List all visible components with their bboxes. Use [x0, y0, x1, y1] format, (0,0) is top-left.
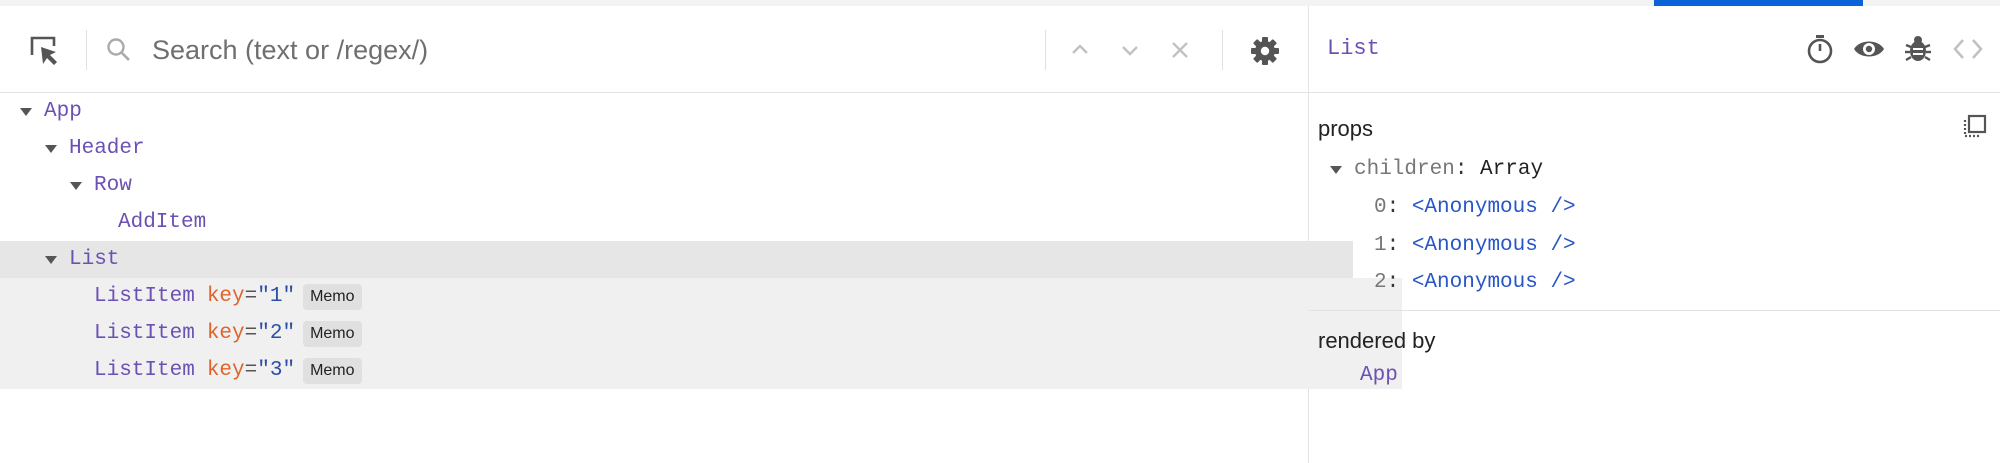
- key-equals: =: [244, 322, 258, 345]
- prop-index: 1: [1374, 234, 1387, 257]
- component-name: AddItem: [118, 211, 207, 234]
- rendered-by-owner[interactable]: App: [1360, 364, 1398, 387]
- key-label: key: [206, 322, 245, 345]
- prop-index: 2: [1374, 271, 1387, 294]
- key-label: key: [206, 285, 245, 308]
- tree-item-list[interactable]: List: [0, 241, 1353, 278]
- prop-type: Array: [1480, 158, 1544, 181]
- eye-icon[interactable]: [1851, 32, 1887, 66]
- expand-caret-icon[interactable]: [1330, 165, 1342, 174]
- stopwatch-icon[interactable]: [1803, 32, 1837, 66]
- prop-colon: :: [1386, 196, 1412, 219]
- code-icon[interactable]: [1951, 34, 1985, 64]
- expand-caret-icon[interactable]: [20, 107, 32, 116]
- component-name: ListItem: [94, 285, 195, 308]
- component-name: List: [69, 248, 120, 271]
- components-tree-pane: App Header Row AddItem List ListItem key…: [0, 6, 1402, 463]
- prop-value: <Anonymous />: [1411, 196, 1576, 219]
- prop-array-item[interactable]: 0: <Anonymous />: [1374, 196, 1576, 219]
- tree-item-listitem[interactable]: ListItem key = "1" Memo: [0, 278, 1402, 315]
- toolbar-separator: [86, 30, 87, 70]
- inspector-toolbar: List: [1309, 6, 2000, 93]
- chevron-up-icon[interactable]: [1066, 36, 1094, 64]
- props-heading: props: [1318, 116, 1374, 141]
- bug-icon[interactable]: [1901, 32, 1935, 66]
- prop-colon: :: [1454, 158, 1481, 181]
- prop-index: 0: [1374, 196, 1387, 219]
- search-input[interactable]: [152, 30, 1032, 70]
- key-value: "1": [257, 285, 296, 308]
- key-equals: =: [244, 285, 258, 308]
- toolbar-separator: [1222, 30, 1223, 70]
- component-name: Header: [69, 137, 145, 160]
- prop-colon: :: [1386, 234, 1412, 257]
- expand-caret-icon[interactable]: [45, 144, 57, 153]
- key-value: "2": [257, 322, 296, 345]
- inspector-pane: List props children: Array 0: <Anonymo…: [1309, 6, 2000, 463]
- memo-badge: Memo: [303, 283, 362, 310]
- component-name: App: [44, 100, 82, 123]
- tree-item-additem[interactable]: AddItem: [0, 204, 1426, 241]
- tree-item-app[interactable]: App: [0, 93, 1328, 130]
- key-value: "3": [257, 359, 296, 382]
- tree-item-row[interactable]: Row: [0, 167, 1378, 204]
- tree-item-header[interactable]: Header: [0, 130, 1353, 167]
- select-element-icon[interactable]: [26, 32, 62, 68]
- selected-component-title: List: [1327, 36, 1380, 61]
- prop-value: <Anonymous />: [1411, 234, 1576, 257]
- owner-name: App: [1360, 364, 1398, 387]
- prop-children[interactable]: children: Array: [1330, 158, 1543, 181]
- close-icon[interactable]: [1166, 36, 1194, 64]
- key-label: key: [206, 359, 245, 382]
- prop-colon: :: [1386, 271, 1412, 294]
- toolbar-separator: [1045, 30, 1046, 70]
- memo-badge: Memo: [303, 320, 362, 347]
- tree-item-listitem[interactable]: ListItem key = "2" Memo: [0, 315, 1402, 352]
- prop-value: <Anonymous />: [1411, 271, 1576, 294]
- tree-toolbar: [0, 6, 1308, 93]
- component-name: Row: [94, 174, 132, 197]
- tree-item-listitem[interactable]: ListItem key = "3" Memo: [0, 352, 1402, 389]
- key-equals: =: [244, 359, 258, 382]
- expand-caret-icon[interactable]: [45, 255, 57, 264]
- gear-icon[interactable]: [1248, 34, 1282, 68]
- section-divider: [1309, 310, 2000, 311]
- component-name: ListItem: [94, 322, 195, 345]
- prop-array-item[interactable]: 2: <Anonymous />: [1374, 271, 1576, 294]
- component-name: ListItem: [94, 359, 195, 382]
- chevron-down-icon[interactable]: [1116, 36, 1144, 64]
- prop-key: children: [1354, 158, 1455, 181]
- rendered-by-heading: rendered by: [1318, 328, 1436, 353]
- copy-icon[interactable]: [1959, 112, 1989, 142]
- search-icon: [106, 37, 132, 63]
- prop-array-item[interactable]: 1: <Anonymous />: [1374, 234, 1576, 257]
- expand-caret-icon[interactable]: [70, 181, 82, 190]
- memo-badge: Memo: [303, 357, 362, 384]
